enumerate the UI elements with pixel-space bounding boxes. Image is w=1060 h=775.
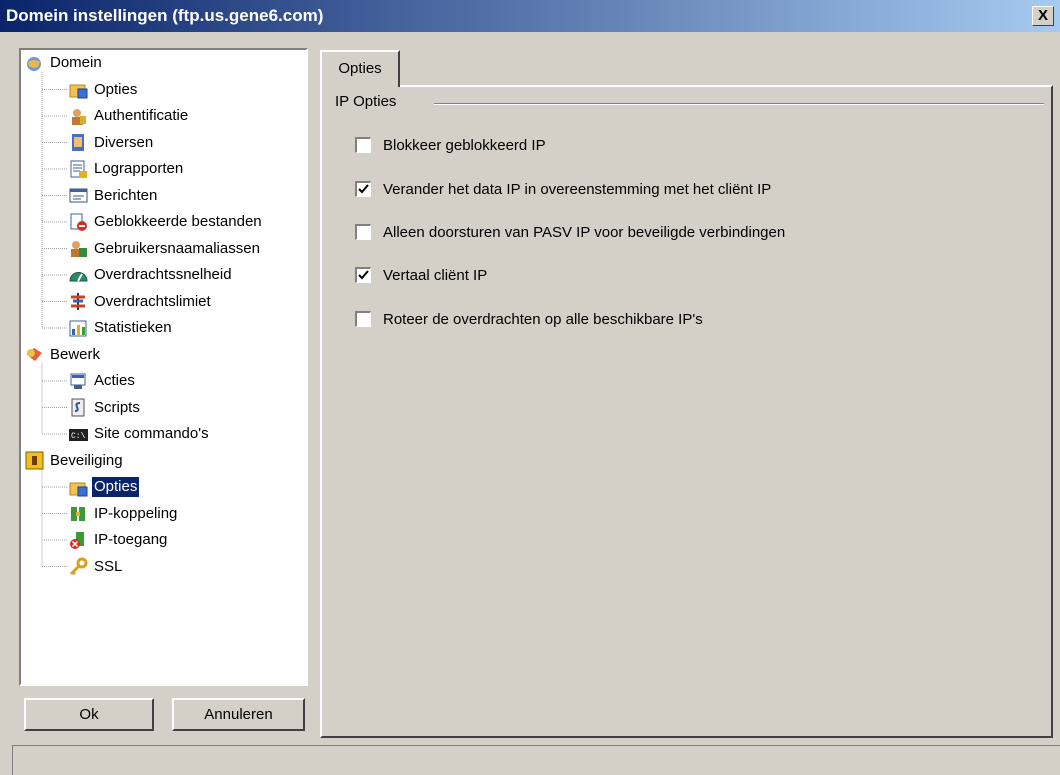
tree-item-label: Site commando's xyxy=(94,425,209,442)
tree-item-label: Opties xyxy=(92,477,140,497)
tree-item[interactable]: Authentificatie xyxy=(69,105,190,127)
tree-item-label: Statistieken xyxy=(94,319,172,336)
ip-binding-icon xyxy=(69,504,88,523)
scripts-icon xyxy=(69,398,88,417)
checkmark-icon xyxy=(358,184,369,194)
tree-item[interactable]: Acties xyxy=(69,370,137,392)
limit-icon xyxy=(69,292,88,311)
messages-icon xyxy=(69,186,88,205)
option-checkbox-row[interactable]: Alleen doorsturen van PASV IP voor bevei… xyxy=(355,222,785,242)
options-icon xyxy=(69,80,88,99)
settings-dialog: Domein instellingen (ftp.us.gene6.com) X… xyxy=(0,0,1060,775)
tree-item-label: Acties xyxy=(94,372,135,389)
ok-button[interactable]: Ok xyxy=(24,698,154,731)
option-checkbox-row[interactable]: Vertaal cliënt IP xyxy=(355,265,487,285)
checked-checkbox[interactable] xyxy=(355,181,371,197)
tab-options[interactable]: Opties xyxy=(320,50,400,87)
user-alias-icon xyxy=(69,239,88,258)
tree-item[interactable]: Diversen xyxy=(69,132,155,154)
misc-icon xyxy=(69,133,88,152)
tree-item[interactable]: SSL xyxy=(69,556,124,578)
title-bar[interactable]: Domein instellingen (ftp.us.gene6.com) X xyxy=(0,0,1060,32)
tree-item[interactable]: Statistieken xyxy=(69,317,174,339)
speed-gauge-icon xyxy=(69,266,88,285)
unchecked-checkbox[interactable] xyxy=(355,224,371,240)
tree-item-label: Authentificatie xyxy=(94,107,189,124)
tree-item-label: IP-toegang xyxy=(94,531,168,548)
tree-item[interactable]: Lograpporten xyxy=(69,158,185,180)
tree-item[interactable]: Domein xyxy=(25,52,104,74)
edit-icon xyxy=(25,345,44,364)
option-checkbox-row[interactable]: Blokkeer geblokkeerd IP xyxy=(355,135,546,155)
status-bar xyxy=(12,745,1060,775)
tree-item-label: Geblokkeerde bestanden xyxy=(94,213,262,230)
option-label: Vertaal cliënt IP xyxy=(383,266,488,284)
option-label: Alleen doorsturen van PASV IP voor bevei… xyxy=(383,223,786,241)
option-label: Roteer de overdrachten op alle beschikba… xyxy=(383,310,703,328)
window-title: Domein instellingen (ftp.us.gene6.com) xyxy=(6,6,324,25)
cancel-button[interactable]: Annuleren xyxy=(172,698,305,731)
ip-options-group-label: IP Opties xyxy=(335,93,397,110)
tree-item-label: Scripts xyxy=(94,398,140,416)
option-checkbox-row[interactable]: Verander het data IP in overeenstemming … xyxy=(355,179,771,199)
blocked-files-icon xyxy=(69,213,88,232)
option-label: Verander het data IP in overeenstemming … xyxy=(383,180,772,198)
tree-item-label: Beveiliging xyxy=(50,451,123,469)
checkmark-icon xyxy=(358,270,369,280)
tree-item[interactable]: Opties xyxy=(69,476,140,498)
key-icon xyxy=(69,557,88,576)
security-lock-icon xyxy=(25,451,44,470)
tree-item-label: Domein xyxy=(50,54,102,71)
tree-item-label: Lograpporten xyxy=(94,160,184,177)
tree-item-label: IP-koppeling xyxy=(94,504,178,522)
tree-item[interactable]: Bewerk xyxy=(25,344,102,366)
group-divider xyxy=(434,103,1044,105)
unchecked-checkbox[interactable] xyxy=(355,137,371,153)
actions-icon xyxy=(69,372,88,391)
tree-item[interactable]: Beveiliging xyxy=(25,450,125,472)
console-icon: C:\ xyxy=(69,425,88,444)
option-label: Blokkeer geblokkeerd IP xyxy=(383,136,546,154)
tree-item[interactable]: IP-toegang xyxy=(69,529,169,551)
tree-item[interactable]: C:\ Site commando's xyxy=(69,423,211,445)
log-report-icon xyxy=(69,160,88,179)
tree-item-label: SSL xyxy=(94,557,123,575)
tree-item-label: Overdrachtssnelheid xyxy=(94,266,232,283)
close-button[interactable]: X xyxy=(1032,6,1054,26)
tree-item-label: Opties xyxy=(94,80,138,98)
statistics-icon xyxy=(69,319,88,338)
tree-item-label: Diversen xyxy=(94,133,154,151)
settings-tree[interactable]: Domein Opties Authentificatie Diversen Logra… xyxy=(19,48,308,686)
tree-item[interactable]: Overdrachtslimiet xyxy=(69,291,213,313)
tree-item[interactable]: Overdrachtssnelheid xyxy=(69,264,234,286)
tree-item-label: Overdrachtslimiet xyxy=(94,292,211,310)
authentication-icon xyxy=(69,107,88,126)
tree-item-label: Berichten xyxy=(94,186,158,204)
tree-item-label: Gebruikersnaamaliassen xyxy=(94,239,260,257)
tree-item[interactable]: IP-koppeling xyxy=(69,503,179,525)
svg-text:C:\: C:\ xyxy=(71,432,86,441)
tree-item[interactable]: Berichten xyxy=(69,185,159,207)
option-checkbox-row[interactable]: Roteer de overdrachten op alle beschikba… xyxy=(355,309,703,329)
domain-globe-icon xyxy=(25,54,44,73)
tree-item-label: Bewerk xyxy=(50,345,101,363)
tree-item[interactable]: Gebruikersnaamaliassen xyxy=(69,238,262,260)
ip-access-icon xyxy=(69,531,88,550)
tree-item[interactable]: Opties xyxy=(69,79,139,101)
tree-item[interactable]: Geblokkeerde bestanden xyxy=(69,211,264,233)
unchecked-checkbox[interactable] xyxy=(355,311,371,327)
tree-item[interactable]: Scripts xyxy=(69,397,142,419)
options-icon xyxy=(69,478,88,497)
tree-connector-lines xyxy=(41,72,67,567)
checked-checkbox[interactable] xyxy=(355,267,371,283)
